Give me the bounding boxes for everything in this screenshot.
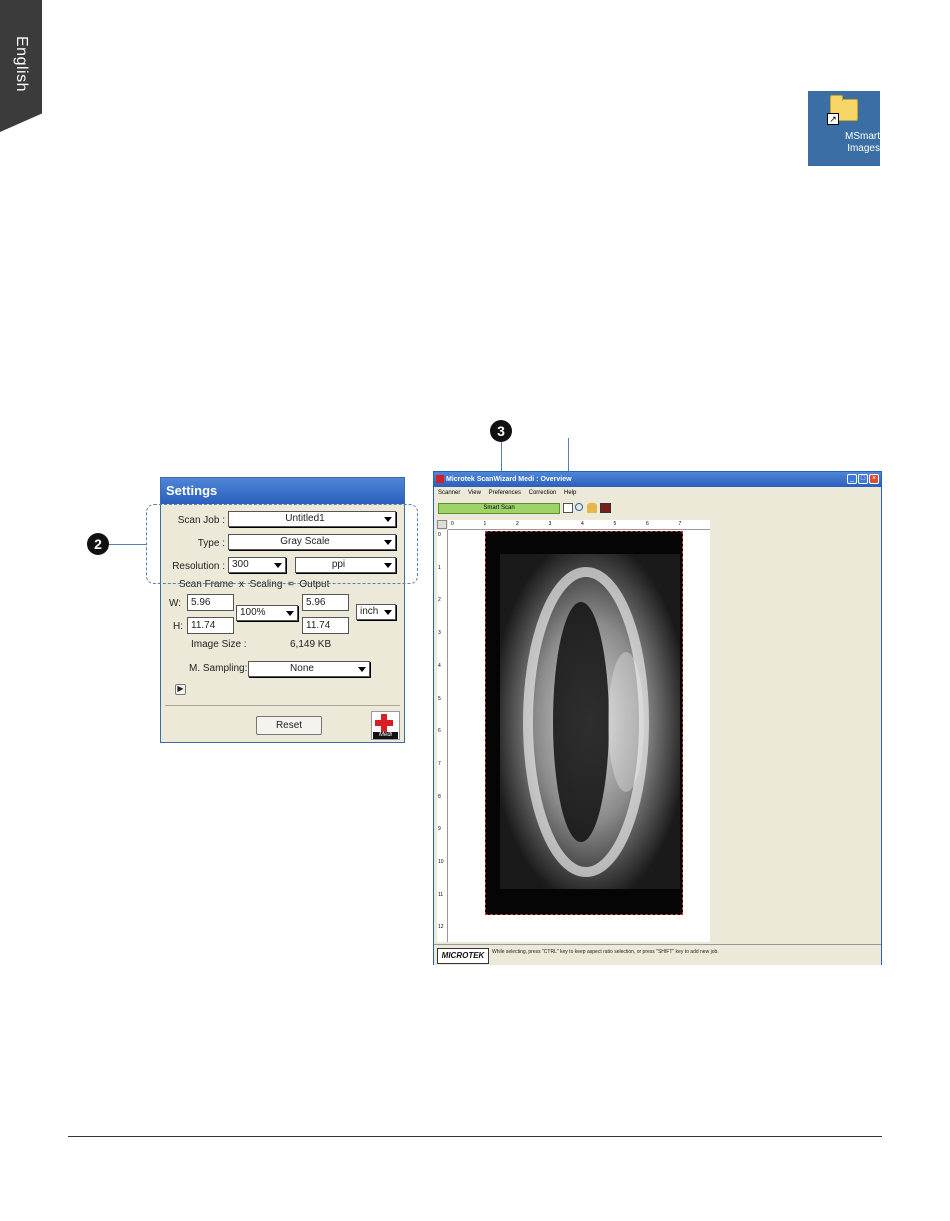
ruler-top-tick: 7 [678, 521, 682, 527]
footer-divider [68, 1136, 882, 1137]
chevron-down-icon [358, 667, 366, 672]
maximize-button[interactable]: □ [858, 474, 868, 484]
shortcut-arrow-icon: ↗ [827, 113, 839, 125]
ruler-top-tick: 1 [483, 521, 487, 527]
menu-view[interactable]: View [468, 490, 481, 496]
menu-help[interactable]: Help [564, 490, 576, 496]
scanwizard-title: Microtek ScanWizard Medi : Overview [434, 472, 881, 487]
ruler-left-tick: 1 [438, 564, 441, 571]
microtek-logo: MICROTEK [437, 948, 489, 964]
settings-highlight-box [146, 504, 418, 584]
ruler-left-tick: 6 [438, 728, 441, 735]
settings-title: Settings [161, 478, 404, 504]
ruler-left: 0 1 2 3 4 5 6 7 8 9 10 11 12 [437, 530, 448, 942]
image-size-label: Image Size : [191, 639, 247, 650]
scanwizard-window: Microtek ScanWizard Medi : Overview _ □ … [433, 471, 882, 965]
msmart-images-shortcut[interactable]: ↗ MSmart Images [808, 91, 880, 166]
shortcut-label-line2: Images [847, 143, 880, 154]
ruler-left-tick: 2 [438, 597, 441, 604]
language-tab-label: English [13, 36, 30, 92]
ruler-left-tick: 11 [438, 891, 444, 898]
shortcut-label: MSmart Images [808, 131, 880, 155]
chevron-down-icon [384, 610, 392, 615]
medi-logo: Medi [371, 711, 400, 740]
height-label: H: [173, 621, 183, 632]
shortcut-label-line1: MSmart [845, 131, 880, 142]
ruler-corner [437, 520, 447, 529]
output-height-input[interactable]: 11.74 [302, 617, 349, 634]
zoom-tool[interactable] [575, 503, 585, 513]
expand-button[interactable]: ▶ [175, 684, 186, 695]
menu-preferences[interactable]: Preferences [489, 490, 521, 496]
m-sampling-value: None [290, 663, 314, 674]
status-bar: MICROTEK While selecting, press "CTRL" k… [434, 944, 881, 965]
minimize-icon: _ [850, 475, 854, 482]
scaling-dropdown[interactable]: 100% [236, 605, 298, 621]
ruler-top-tick: 2 [516, 521, 519, 527]
close-button[interactable]: × [869, 474, 879, 484]
ruler-left-tick: 10 [438, 859, 444, 865]
chevron-down-icon [286, 611, 294, 616]
width-label: W: [169, 598, 182, 609]
menu-correction[interactable]: Correction [529, 490, 557, 496]
ruler-left-tick: 12 [438, 924, 444, 931]
red-cross-bar [375, 720, 393, 726]
unit-dropdown[interactable]: inch [356, 604, 396, 620]
callout-2: 2 [87, 533, 109, 555]
height-input[interactable]: 11.74 [187, 617, 234, 634]
menu-scanner[interactable]: Scanner [438, 490, 460, 496]
divider [165, 705, 400, 706]
status-message: While selecting, press "CTRL" key to kee… [492, 949, 719, 955]
callout-3: 3 [490, 420, 512, 442]
ruler-left-tick: 8 [438, 793, 441, 800]
ruler-top-tick: 5 [613, 521, 617, 527]
ruler-left-tick: 7 [438, 760, 441, 767]
ruler-left-tick: 9 [438, 826, 441, 833]
xray-preview-image[interactable] [485, 531, 683, 915]
ruler-left-tick: 0 [438, 532, 441, 538]
hand-tool[interactable] [587, 503, 597, 513]
play-icon: ▶ [177, 684, 184, 693]
ruler-left-tick: 3 [438, 630, 441, 637]
camera-tool[interactable] [600, 503, 611, 513]
ruler-left-tick: 4 [438, 662, 441, 669]
m-sampling-label: M. Sampling: [189, 663, 248, 674]
logo-text: Medi [373, 732, 398, 739]
smart-scan-button[interactable]: Smart Scan [438, 503, 560, 514]
magnifier-icon [575, 503, 583, 511]
menu-bar: Scanner View Preferences Correction Help [438, 489, 582, 498]
output-width-input[interactable]: 5.96 [302, 594, 349, 611]
callout-2-leader [109, 544, 147, 545]
reset-button[interactable]: Reset [256, 716, 322, 735]
select-frame-tool[interactable] [563, 503, 573, 513]
close-icon: × [871, 475, 877, 482]
ruler-top-tick: 3 [548, 521, 552, 527]
width-input[interactable]: 5.96 [187, 594, 234, 611]
minimize-button[interactable]: _ [847, 474, 857, 484]
app-icon [436, 475, 444, 483]
m-sampling-dropdown[interactable]: None [248, 661, 370, 677]
ruler-top: 0 1 2 3 4 5 6 7 [448, 520, 710, 530]
ruler-top-tick: 0 [451, 521, 454, 527]
image-size-value: 6,149 KB [290, 639, 332, 650]
ruler-top-tick: 6 [646, 521, 649, 527]
maximize-icon: □ [860, 475, 866, 482]
ruler-left-tick: 5 [438, 695, 441, 702]
ruler-top-tick: 4 [581, 521, 584, 527]
xray-image-svg [486, 532, 682, 914]
